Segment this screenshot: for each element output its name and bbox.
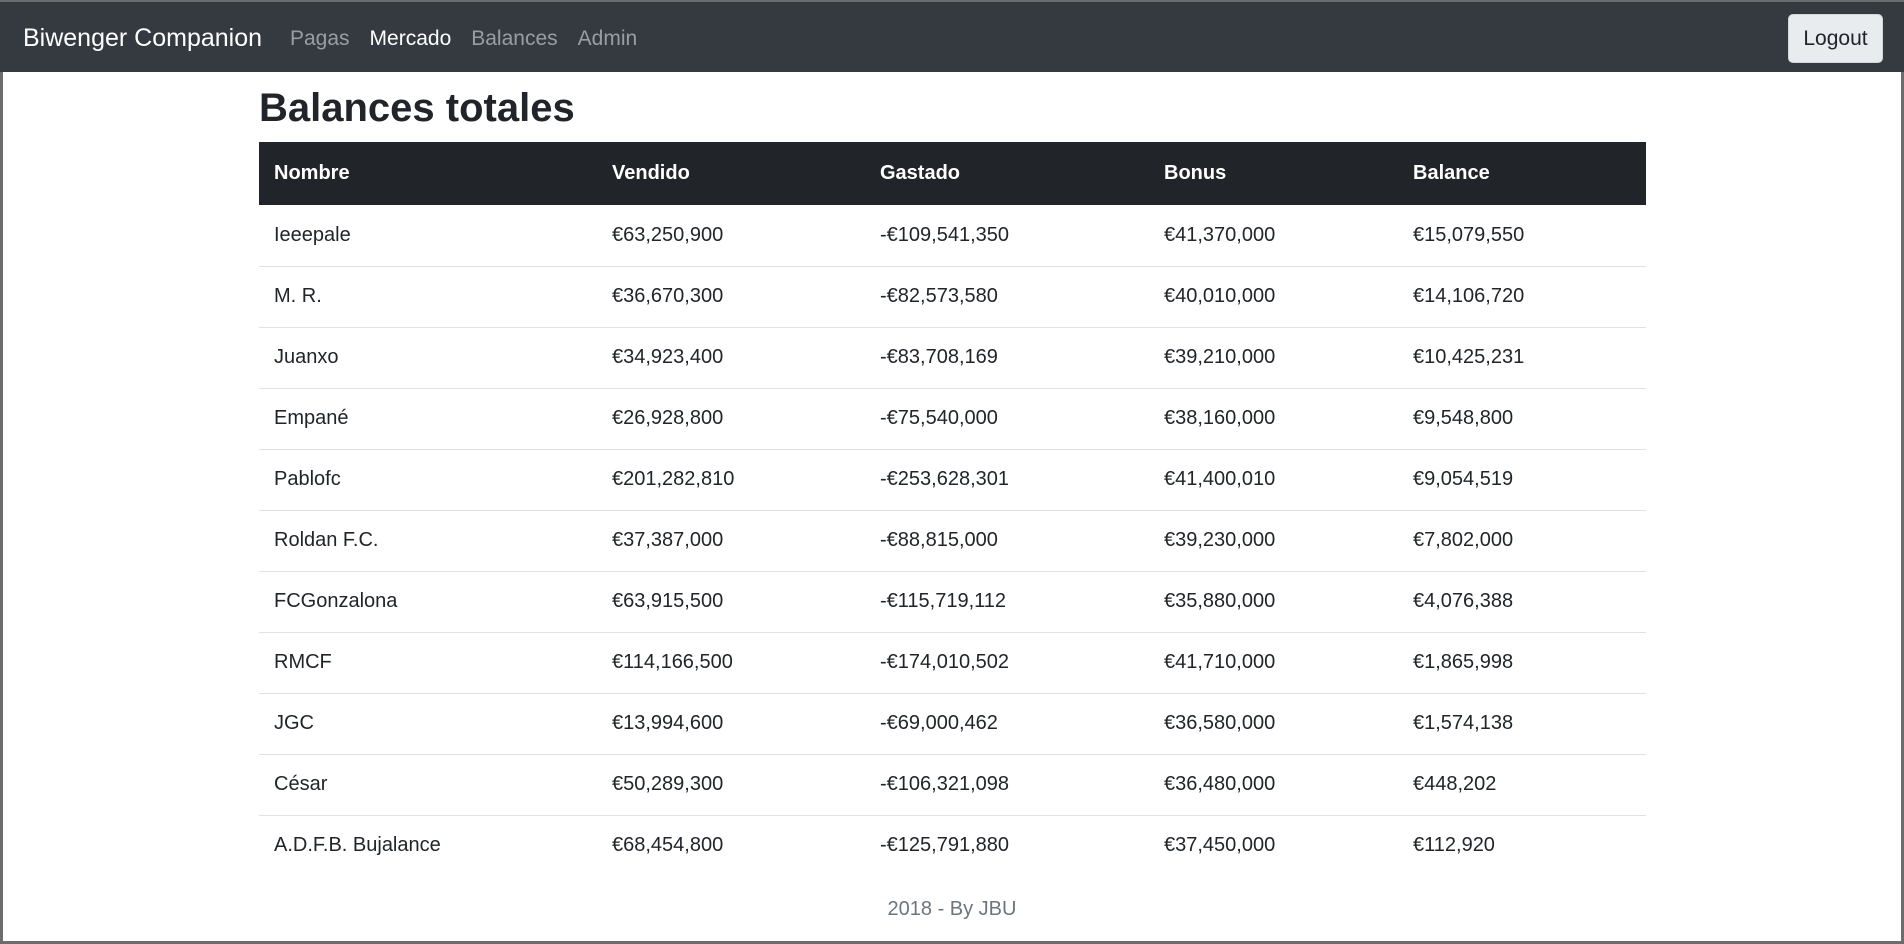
top-navbar: Biwenger Companion Pagas Mercado Balance… xyxy=(0,0,1904,72)
cell-balance: €112,920 xyxy=(1398,814,1646,876)
cell-nombre: M. R. xyxy=(259,265,597,327)
cell-balance: €448,202 xyxy=(1398,753,1646,815)
nav-link-pagas[interactable]: Pagas xyxy=(290,27,350,51)
cell-vendido: €114,166,500 xyxy=(597,631,865,693)
cell-balance: €14,106,720 xyxy=(1398,265,1646,327)
table-row: César €50,289,300 -€106,321,098 €36,480,… xyxy=(259,753,1646,815)
nav-link-admin[interactable]: Admin xyxy=(578,27,638,51)
cell-vendido: €13,994,600 xyxy=(597,692,865,754)
cell-vendido: €201,282,810 xyxy=(597,448,865,510)
cell-gastado: -€174,010,502 xyxy=(865,631,1149,693)
cell-gastado: -€75,540,000 xyxy=(865,387,1149,449)
table-row: Ieeepale €63,250,900 -€109,541,350 €41,3… xyxy=(259,205,1646,266)
cell-nombre: A.D.F.B. Bujalance xyxy=(259,814,597,876)
cell-nombre: Empané xyxy=(259,387,597,449)
cell-bonus: €41,400,010 xyxy=(1149,448,1398,510)
column-header-gastado: Gastado xyxy=(880,162,961,184)
cell-balance: €9,054,519 xyxy=(1398,448,1646,510)
column-header-vendido: Vendido xyxy=(612,162,690,184)
cell-nombre: César xyxy=(259,753,597,815)
brand-link[interactable]: Biwenger Companion xyxy=(23,24,262,53)
cell-balance: €1,865,998 xyxy=(1398,631,1646,693)
column-header-bonus: Bonus xyxy=(1164,162,1227,184)
cell-bonus: €39,210,000 xyxy=(1149,326,1398,388)
cell-gastado: -€115,719,112 xyxy=(865,570,1149,632)
page-title: Balances totales xyxy=(259,86,575,130)
table-header-row: Nombre Vendido Gastado Bonus Balance xyxy=(259,142,1646,205)
cell-nombre: RMCF xyxy=(259,631,597,693)
cell-vendido: €68,454,800 xyxy=(597,814,865,876)
cell-bonus: €40,010,000 xyxy=(1149,265,1398,327)
logout-button[interactable]: Logout xyxy=(1788,14,1883,63)
cell-balance: €1,574,138 xyxy=(1398,692,1646,754)
cell-bonus: €41,370,000 xyxy=(1164,223,1276,246)
cell-vendido: €36,670,300 xyxy=(597,265,865,327)
cell-bonus: €36,480,000 xyxy=(1149,753,1398,815)
cell-gastado: -€106,321,098 xyxy=(865,753,1149,815)
table-row: JGC €13,994,600 -€69,000,462 €36,580,000… xyxy=(259,692,1646,754)
cell-vendido: €37,387,000 xyxy=(597,509,865,571)
column-header-balance: Balance xyxy=(1413,162,1490,184)
balances-table: Nombre Vendido Gastado Bonus Balance Iee… xyxy=(259,142,1646,876)
column-header-nombre: Nombre xyxy=(274,162,350,184)
table-row: RMCF €114,166,500 -€174,010,502 €41,710,… xyxy=(259,631,1646,693)
cell-nombre: Pablofc xyxy=(259,448,597,510)
cell-balance: €15,079,550 xyxy=(1413,223,1525,246)
table-row: Pablofc €201,282,810 -€253,628,301 €41,4… xyxy=(259,448,1646,510)
cell-gastado: -€125,791,880 xyxy=(865,814,1149,876)
table-row: M. R. €36,670,300 -€82,573,580 €40,010,0… xyxy=(259,265,1646,327)
cell-nombre: JGC xyxy=(259,692,597,754)
cell-vendido: €63,915,500 xyxy=(597,570,865,632)
cell-nombre: Ieeepale xyxy=(274,223,351,246)
cell-vendido: €50,289,300 xyxy=(597,753,865,815)
cell-bonus: €38,160,000 xyxy=(1149,387,1398,449)
cell-vendido: €63,250,900 xyxy=(612,223,724,246)
cell-bonus: €36,580,000 xyxy=(1149,692,1398,754)
cell-balance: €10,425,231 xyxy=(1398,326,1646,388)
cell-balance: €4,076,388 xyxy=(1398,570,1646,632)
cell-vendido: €34,923,400 xyxy=(597,326,865,388)
table-row: A.D.F.B. Bujalance €68,454,800 -€125,791… xyxy=(259,814,1646,876)
table-row: FCGonzalona €63,915,500 -€115,719,112 €3… xyxy=(259,570,1646,632)
cell-nombre: Roldan F.C. xyxy=(259,509,597,571)
cell-bonus: €35,880,000 xyxy=(1149,570,1398,632)
cell-gastado: -€88,815,000 xyxy=(865,509,1149,571)
nav-links: Pagas Mercado Balances Admin xyxy=(290,27,637,51)
table-row: Empané €26,928,800 -€75,540,000 €38,160,… xyxy=(259,387,1646,449)
table-row: Roldan F.C. €37,387,000 -€88,815,000 €39… xyxy=(259,509,1646,571)
cell-gastado: -€83,708,169 xyxy=(865,326,1149,388)
cell-vendido: €26,928,800 xyxy=(597,387,865,449)
cell-balance: €9,548,800 xyxy=(1398,387,1646,449)
nav-link-mercado[interactable]: Mercado xyxy=(370,27,452,51)
cell-gastado: -€69,000,462 xyxy=(865,692,1149,754)
table-row: Juanxo €34,923,400 -€83,708,169 €39,210,… xyxy=(259,326,1646,388)
cell-nombre: FCGonzalona xyxy=(259,570,597,632)
cell-gastado: -€109,541,350 xyxy=(880,223,1010,246)
nav-link-balances[interactable]: Balances xyxy=(471,27,557,51)
cell-balance: €7,802,000 xyxy=(1398,509,1646,571)
cell-nombre: Juanxo xyxy=(259,326,597,388)
cell-bonus: €41,710,000 xyxy=(1149,631,1398,693)
cell-gastado: -€82,573,580 xyxy=(865,265,1149,327)
cell-bonus: €37,450,000 xyxy=(1149,814,1398,876)
footer-text: 2018 - By JBU xyxy=(887,898,1017,920)
cell-gastado: -€253,628,301 xyxy=(865,448,1149,510)
cell-bonus: €39,230,000 xyxy=(1149,509,1398,571)
